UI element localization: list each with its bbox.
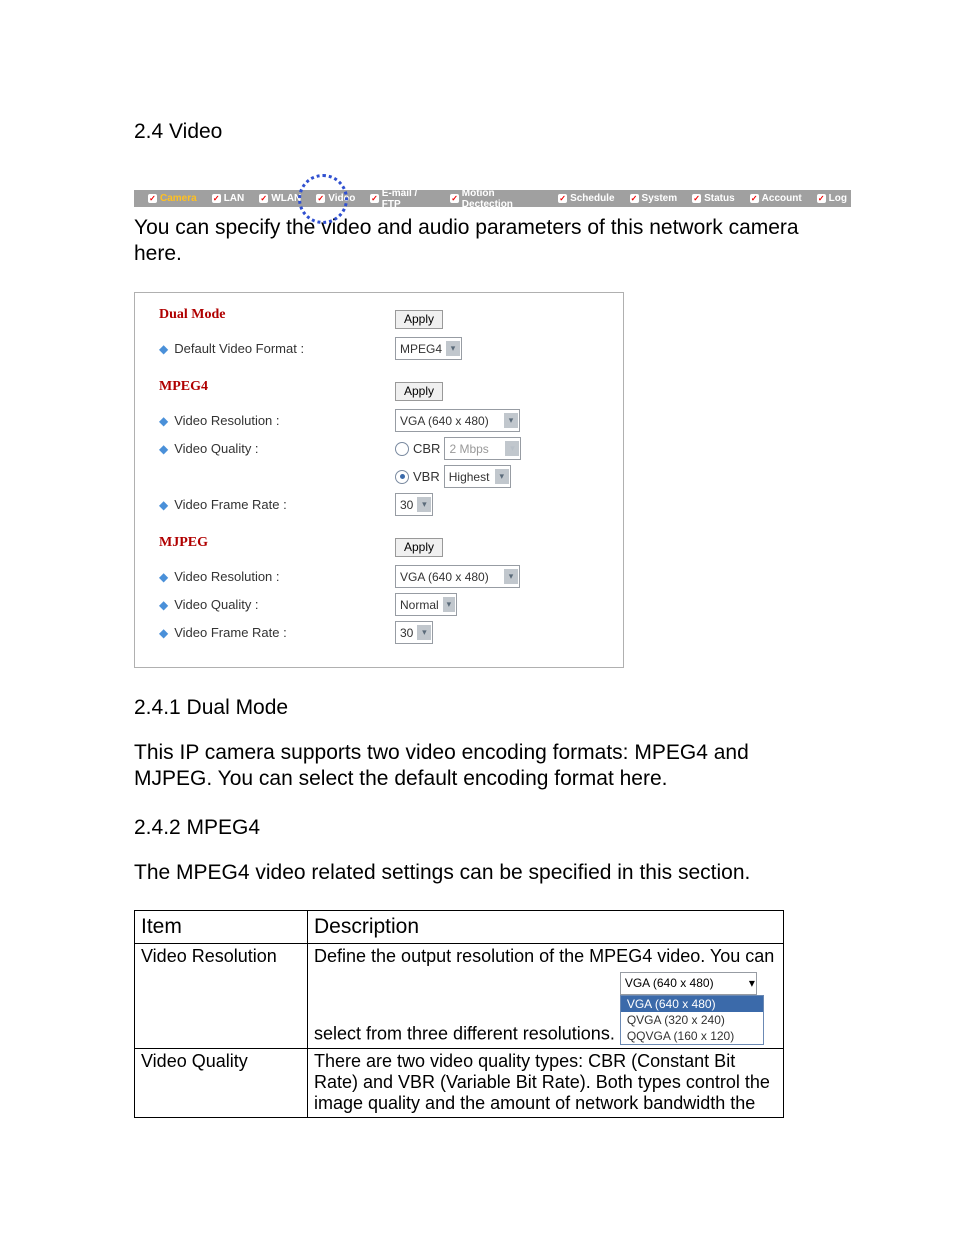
vbr-select[interactable]: Highest ▾ xyxy=(444,465,511,488)
default-format-label: Default Video Format : xyxy=(174,341,304,356)
chevron-down-icon: ▾ xyxy=(504,569,518,584)
tab-account[interactable]: ✓Account xyxy=(746,193,806,204)
dropdown-option[interactable]: VGA (640 x 480) xyxy=(621,996,763,1012)
cell-desc: Define the output resolution of the MPEG… xyxy=(308,944,784,1049)
screenshot-area: ✓Camera ✓LAN ✓WLAN ✓Video ✓E-mail / FTP … xyxy=(134,172,851,207)
select-value: 2 Mbps xyxy=(449,442,488,456)
mpeg4-quality-label: Video Quality : xyxy=(174,441,258,456)
resolution-dropdown-example: VGA (640 x 480) ▾ VGA (640 x 480) QVGA (… xyxy=(620,971,764,1045)
check-icon: ✓ xyxy=(450,194,458,203)
mjpeg-res-select[interactable]: VGA (640 x 480) ▾ xyxy=(395,565,520,588)
select-value: 30 xyxy=(400,626,413,640)
table-header-row: Item Description xyxy=(135,911,784,944)
check-icon: ✓ xyxy=(212,194,221,203)
cbr-radio[interactable] xyxy=(395,442,409,456)
bullet-icon: ◆ xyxy=(159,570,168,584)
check-icon: ✓ xyxy=(750,194,759,203)
tab-log[interactable]: ✓Log xyxy=(813,193,851,204)
chevron-down-icon: ▾ xyxy=(417,497,431,512)
mpeg4-frame-label: Video Frame Rate : xyxy=(174,497,286,512)
settings-table: Item Description Video Resolution Define… xyxy=(134,910,784,1118)
chevron-down-icon: ▾ xyxy=(446,341,460,356)
check-icon: ✓ xyxy=(817,194,826,203)
tab-lan[interactable]: ✓LAN xyxy=(208,193,249,204)
intro-paragraph: You can specify the video and audio para… xyxy=(134,215,820,268)
chevron-down-icon: ▾ xyxy=(749,976,755,990)
default-format-select[interactable]: MPEG4 ▾ xyxy=(395,337,462,360)
chevron-down-icon: ▾ xyxy=(495,469,509,484)
tab-email-ftp[interactable]: ✓E-mail / FTP xyxy=(366,188,439,210)
cell-item: Video Resolution xyxy=(135,944,308,1049)
check-icon: ✓ xyxy=(259,194,268,203)
select-value: Normal xyxy=(400,598,439,612)
check-icon: ✓ xyxy=(370,194,378,203)
bullet-icon: ◆ xyxy=(159,442,168,456)
bullet-icon: ◆ xyxy=(159,626,168,640)
table-row: Video Resolution Define the output resol… xyxy=(135,944,784,1049)
dropdown-option[interactable]: QVGA (320 x 240) xyxy=(621,1012,763,1028)
bullet-icon: ◆ xyxy=(159,342,168,356)
bullet-icon: ◆ xyxy=(159,498,168,512)
select-value: Highest xyxy=(449,470,490,484)
mjpeg-frame-label: Video Frame Rate : xyxy=(174,625,286,640)
bullet-icon: ◆ xyxy=(159,414,168,428)
select-value: VGA (640 x 480) xyxy=(400,414,489,428)
mjpeg-title: MJPEG xyxy=(159,535,208,551)
mpeg4-title: MPEG4 xyxy=(159,379,208,395)
apply-mpeg4-button[interactable]: Apply xyxy=(395,382,443,401)
mjpeg-frame-select[interactable]: 30 ▾ xyxy=(395,621,433,644)
dual-mode-title: Dual Mode xyxy=(159,307,226,323)
tab-camera[interactable]: ✓Camera xyxy=(144,193,201,204)
mjpeg-quality-label: Video Quality : xyxy=(174,597,258,612)
chevron-down-icon: ▾ xyxy=(504,413,518,428)
cbr-label: CBR xyxy=(413,441,440,456)
paragraph-241: This IP camera supports two video encodi… xyxy=(134,740,820,793)
dropdown-selected[interactable]: VGA (640 x 480) ▾ xyxy=(620,972,757,995)
heading-241: 2.4.1 Dual Mode xyxy=(134,696,820,720)
check-icon: ✓ xyxy=(630,194,639,203)
tab-schedule[interactable]: ✓Schedule xyxy=(554,193,618,204)
check-icon: ✓ xyxy=(692,194,701,203)
vbr-label: VBR xyxy=(413,469,440,484)
select-value: MPEG4 xyxy=(400,342,442,356)
cell-desc: There are two video quality types: CBR (… xyxy=(308,1048,784,1117)
vbr-radio[interactable] xyxy=(395,470,409,484)
mpeg4-res-select[interactable]: VGA (640 x 480) ▾ xyxy=(395,409,520,432)
table-row: Video Quality There are two video qualit… xyxy=(135,1048,784,1117)
cbr-select[interactable]: 2 Mbps ▾ xyxy=(444,437,521,460)
chevron-down-icon: ▾ xyxy=(417,625,431,640)
tab-motion[interactable]: ✓Motion Dectection xyxy=(446,188,547,210)
heading-242: 2.4.2 MPEG4 xyxy=(134,816,820,840)
cell-item: Video Quality xyxy=(135,1048,308,1117)
chevron-down-icon: ▾ xyxy=(443,597,455,612)
mjpeg-res-label: Video Resolution : xyxy=(174,569,279,584)
check-icon: ✓ xyxy=(316,194,325,203)
select-value: VGA (640 x 480) xyxy=(400,570,489,584)
chevron-down-icon: ▾ xyxy=(505,441,519,456)
th-item: Item xyxy=(135,911,308,944)
th-desc: Description xyxy=(308,911,784,944)
select-value: 30 xyxy=(400,498,413,512)
check-icon: ✓ xyxy=(148,194,157,203)
mpeg4-res-label: Video Resolution : xyxy=(174,413,279,428)
apply-mjpeg-button[interactable]: Apply xyxy=(395,538,443,557)
dropdown-menu: VGA (640 x 480) QVGA (320 x 240) QQVGA (… xyxy=(620,995,764,1045)
mpeg4-frame-select[interactable]: 30 ▾ xyxy=(395,493,433,516)
apply-dual-button[interactable]: Apply xyxy=(395,310,443,329)
check-icon: ✓ xyxy=(558,194,567,203)
tab-bar: ✓Camera ✓LAN ✓WLAN ✓Video ✓E-mail / FTP … xyxy=(134,190,851,207)
dropdown-option[interactable]: QQVGA (160 x 120) xyxy=(621,1028,763,1044)
bullet-icon: ◆ xyxy=(159,598,168,612)
select-value: VGA (640 x 480) xyxy=(625,976,714,990)
tab-system[interactable]: ✓System xyxy=(626,193,682,204)
config-panel: Dual Mode Apply ◆Default Video Format : … xyxy=(134,292,624,668)
tab-video[interactable]: ✓Video xyxy=(312,193,359,204)
paragraph-242: The MPEG4 video related settings can be … xyxy=(134,860,820,886)
tab-status[interactable]: ✓Status xyxy=(688,193,739,204)
section-heading: 2.4 Video xyxy=(134,120,820,144)
tab-wlan[interactable]: ✓WLAN xyxy=(255,193,305,204)
mjpeg-quality-select[interactable]: Normal ▾ xyxy=(395,593,457,616)
